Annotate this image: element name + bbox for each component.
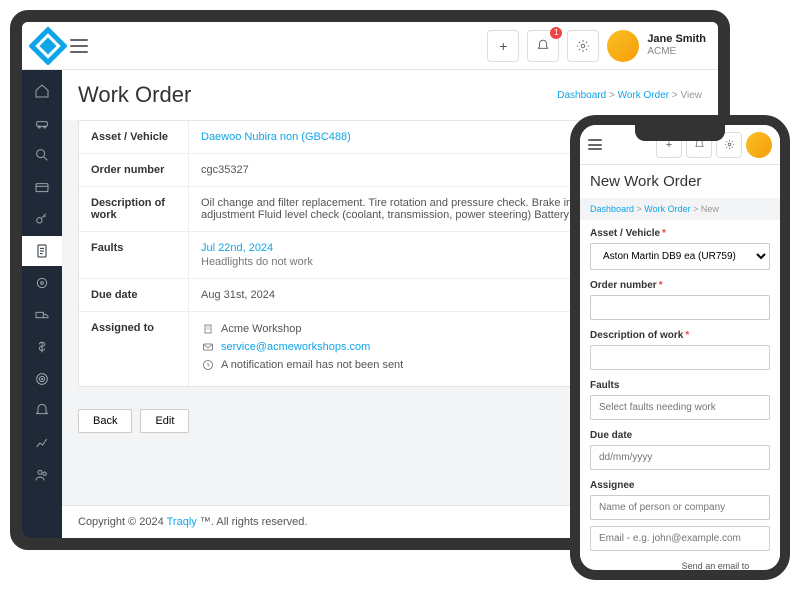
fault-date-link[interactable]: Jul 22nd, 2024 bbox=[201, 242, 273, 254]
clock-icon bbox=[201, 358, 215, 372]
user-block: Jane Smith ACME bbox=[647, 33, 706, 58]
topbar: + 1 Jane Smith ACME bbox=[22, 22, 718, 70]
nav-key-icon[interactable] bbox=[26, 204, 58, 234]
brand-link[interactable]: Traqly bbox=[167, 516, 197, 528]
faults-input[interactable] bbox=[590, 395, 770, 420]
menu-toggle[interactable] bbox=[70, 39, 88, 53]
desc-input[interactable] bbox=[590, 345, 770, 370]
breadcrumb: Dashboard > Work Order > View bbox=[557, 90, 702, 101]
back-button[interactable]: Back bbox=[78, 409, 132, 433]
order-input[interactable] bbox=[590, 295, 770, 320]
nav-chart-icon[interactable] bbox=[26, 428, 58, 458]
nav-bell-icon[interactable] bbox=[26, 396, 58, 426]
settings-button[interactable] bbox=[567, 30, 599, 62]
assignee-email-input[interactable] bbox=[590, 526, 770, 551]
notifications-button[interactable]: 1 bbox=[527, 30, 559, 62]
brand-logo bbox=[28, 26, 68, 66]
order-field-label: Order number bbox=[590, 280, 770, 291]
building-icon bbox=[201, 322, 215, 336]
faults-label: Faults bbox=[79, 232, 189, 278]
due-field-label: Due date bbox=[590, 430, 770, 441]
asset-link[interactable]: Daewoo Nubira non (GBC488) bbox=[201, 131, 351, 143]
mail-icon bbox=[201, 340, 215, 354]
user-company: ACME bbox=[647, 46, 706, 58]
due-input[interactable] bbox=[590, 445, 770, 470]
phone-menu-toggle[interactable] bbox=[588, 139, 602, 150]
nav-workorder-icon[interactable] bbox=[22, 236, 62, 266]
desc-field-label: Description of work bbox=[590, 330, 770, 341]
sidebar bbox=[22, 70, 62, 538]
due-label: Due date bbox=[79, 279, 189, 311]
phone-frame: + 1 New Work Order Dashboard > Work Orde… bbox=[570, 115, 790, 580]
edit-button[interactable]: Edit bbox=[140, 409, 189, 433]
phone-crumb-current: New bbox=[701, 204, 719, 214]
phone-user-avatar[interactable] bbox=[746, 132, 772, 158]
assigned-note: A notification email has not been sent bbox=[221, 359, 403, 371]
assigned-name: Acme Workshop bbox=[221, 323, 302, 335]
nav-target-icon[interactable] bbox=[26, 364, 58, 394]
nav-gear-icon[interactable] bbox=[26, 268, 58, 298]
user-avatar[interactable] bbox=[607, 30, 639, 62]
crumb-workorder[interactable]: Work Order bbox=[618, 90, 670, 101]
order-label: Order number bbox=[79, 154, 189, 186]
nav-users-icon[interactable] bbox=[26, 460, 58, 490]
page-title: Work Order bbox=[78, 82, 191, 108]
asset-field-label: Asset / Vehicle bbox=[590, 228, 770, 239]
nav-dollar-icon[interactable] bbox=[26, 332, 58, 362]
notif-badge: 1 bbox=[550, 27, 562, 39]
nav-vehicle-icon[interactable] bbox=[26, 108, 58, 138]
asset-label: Asset / Vehicle bbox=[79, 121, 189, 153]
copyright-text: Copyright © 2024 bbox=[78, 516, 167, 528]
crumb-current: View bbox=[681, 90, 703, 101]
user-name: Jane Smith bbox=[647, 33, 706, 46]
desc-label: Description of work bbox=[79, 187, 189, 231]
phone-breadcrumb: Dashboard > Work Order > New bbox=[580, 198, 780, 220]
assigned-email[interactable]: service@acmeworkshops.com bbox=[221, 341, 370, 353]
assigned-label: Assigned to bbox=[79, 312, 189, 386]
notify-label: Send an email to notify of the new work … bbox=[682, 561, 770, 570]
nav-search-icon[interactable] bbox=[26, 140, 58, 170]
assignee-field-label: Assignee bbox=[590, 480, 770, 491]
asset-select[interactable]: Aston Martin DB9 ea (UR759) bbox=[590, 243, 770, 270]
crumb-dashboard[interactable]: Dashboard bbox=[557, 90, 606, 101]
add-button[interactable]: + bbox=[487, 30, 519, 62]
notify-checkbox[interactable] bbox=[590, 570, 676, 571]
nav-home-icon[interactable] bbox=[26, 76, 58, 106]
phone-crumb-workorder[interactable]: Work Order bbox=[644, 204, 690, 214]
new-workorder-form: Asset / Vehicle Aston Martin DB9 ea (UR7… bbox=[580, 220, 780, 570]
phone-page-title: New Work Order bbox=[580, 165, 780, 198]
nav-card-icon[interactable] bbox=[26, 172, 58, 202]
faults-field-label: Faults bbox=[590, 380, 770, 391]
phone-notch bbox=[635, 125, 725, 141]
assignee-name-input[interactable] bbox=[590, 495, 770, 520]
nav-truck-icon[interactable] bbox=[26, 300, 58, 330]
phone-crumb-dashboard[interactable]: Dashboard bbox=[590, 204, 634, 214]
